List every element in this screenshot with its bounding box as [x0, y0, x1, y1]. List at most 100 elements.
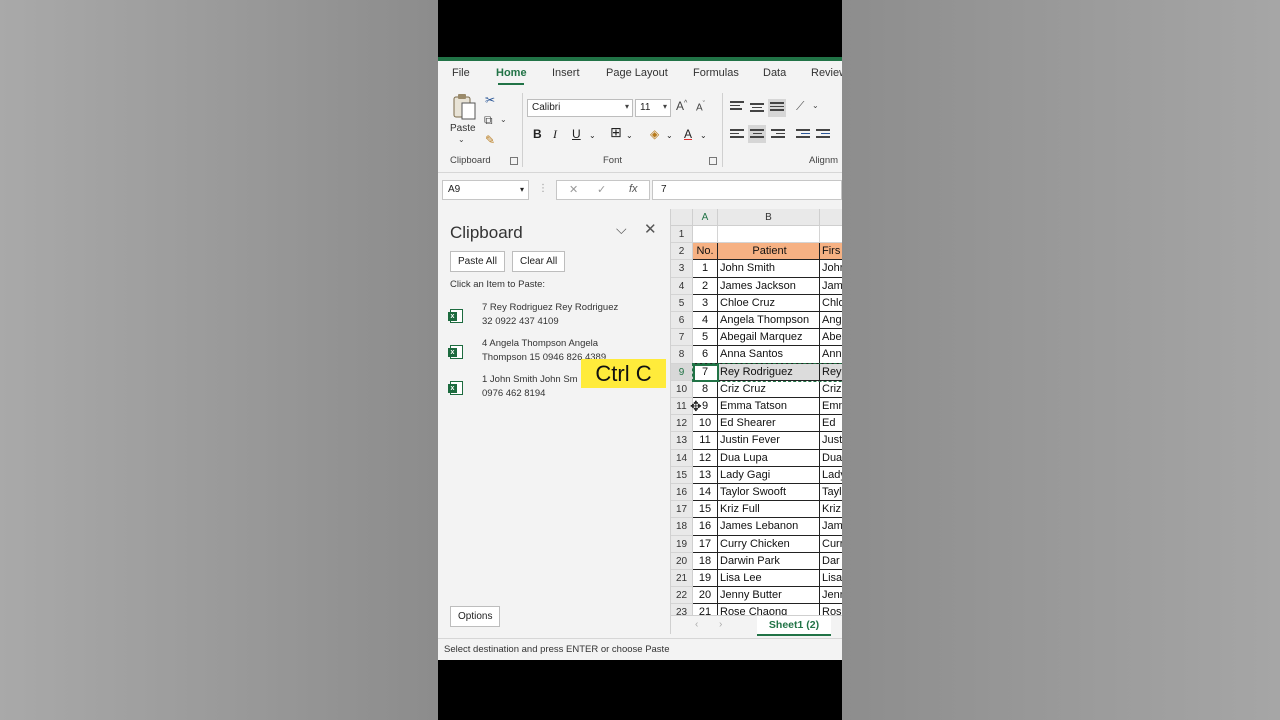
sheet-tab[interactable]: Sheet1 (2) — [757, 616, 831, 636]
table-cell-patient[interactable]: Kriz Full — [718, 501, 820, 519]
row-header[interactable]: 13 — [671, 432, 693, 450]
fill-dropdown-icon[interactable]: ⌄ — [666, 131, 673, 140]
table-cell-patient[interactable]: Curry Chicken — [718, 535, 820, 553]
table-cell-first[interactable]: Abe — [820, 329, 842, 347]
pane-options-chevron-icon[interactable]: ⌵ — [616, 221, 627, 238]
table-cell-first[interactable]: Ed — [820, 415, 842, 433]
align-middle-icon[interactable] — [750, 103, 764, 115]
table-cell-no[interactable]: 7 — [693, 363, 718, 381]
row-header[interactable]: 1 — [671, 226, 693, 244]
table-cell-first[interactable]: Jam — [820, 518, 842, 536]
table-cell-no[interactable]: 6 — [693, 346, 718, 364]
table-cell-patient[interactable]: Jenny Butter — [718, 587, 820, 605]
row-header[interactable]: 21 — [671, 570, 693, 588]
row-header[interactable]: 9 — [671, 363, 693, 381]
table-cell-no[interactable]: 14 — [693, 484, 718, 502]
name-box[interactable]: A9 ▾ — [442, 180, 529, 200]
clipboard-launcher-icon[interactable] — [510, 157, 518, 165]
table-cell-first[interactable]: Chlo — [820, 295, 842, 312]
table-cell-no[interactable]: 8 — [693, 380, 718, 398]
table-cell-patient[interactable]: Chloe Cruz — [718, 294, 820, 312]
column-header-c[interactable] — [820, 209, 842, 226]
font-color-dropdown-icon[interactable]: ⌄ — [700, 131, 707, 140]
increase-indent-icon[interactable] — [816, 129, 830, 141]
row-header[interactable]: 8 — [671, 346, 693, 364]
cell[interactable] — [718, 226, 820, 244]
table-cell-first[interactable]: Ros — [820, 604, 842, 615]
font-name-box[interactable]: Calibri ▾ — [527, 99, 633, 117]
copy-icon[interactable]: ⧉ — [484, 113, 493, 128]
table-cell-patient[interactable]: John Smith — [718, 260, 820, 278]
cell[interactable] — [693, 226, 718, 244]
table-cell-patient[interactable]: Ed Shearer — [718, 415, 820, 433]
orientation-icon[interactable]: ⟋ — [796, 99, 804, 114]
table-cell-patient[interactable]: Anna Santos — [718, 346, 820, 364]
table-cell-patient[interactable]: Rey Rodriguez — [718, 363, 820, 381]
table-cell-no[interactable]: 11 — [693, 432, 718, 450]
table-cell-no[interactable]: 3 — [693, 294, 718, 312]
row-header[interactable]: 4 — [671, 277, 693, 295]
table-cell-first[interactable]: Tayl — [820, 484, 842, 502]
row-header[interactable]: 2 — [671, 243, 693, 261]
row-header[interactable]: 7 — [671, 329, 693, 347]
table-cell-patient[interactable]: Criz Cruz — [718, 380, 820, 398]
column-header-a[interactable]: A — [693, 209, 718, 226]
table-cell-no[interactable]: 2 — [693, 277, 718, 295]
row-header[interactable]: 15 — [671, 466, 693, 484]
row-header[interactable]: 18 — [671, 518, 693, 536]
align-top-icon[interactable] — [730, 101, 744, 113]
table-cell-first[interactable]: Curr — [820, 536, 842, 553]
tab-page-layout[interactable]: Page Layout — [606, 67, 668, 79]
table-cell-patient[interactable]: Lady Gagi — [718, 466, 820, 484]
decrease-font-icon[interactable]: Aˇ — [696, 101, 705, 113]
tab-review[interactable]: Review — [811, 67, 842, 79]
table-cell-first[interactable]: Lady — [820, 467, 842, 484]
cell[interactable] — [820, 226, 842, 244]
row-header[interactable]: 23 — [671, 604, 693, 615]
table-cell-first[interactable]: Just — [820, 432, 842, 450]
table-header-cell[interactable]: Patient — [718, 243, 820, 261]
font-launcher-icon[interactable] — [709, 157, 717, 165]
table-cell-first[interactable]: Dua — [820, 450, 842, 467]
row-header[interactable]: 3 — [671, 260, 693, 278]
table-cell-no[interactable]: 5 — [693, 329, 718, 347]
table-cell-no[interactable]: 18 — [693, 552, 718, 570]
table-cell-no[interactable]: 4 — [693, 312, 718, 330]
tab-data[interactable]: Data — [763, 67, 786, 79]
table-cell-patient[interactable]: Abegail Marquez — [718, 329, 820, 347]
table-cell-no[interactable]: 15 — [693, 501, 718, 519]
cancel-icon[interactable]: ✕ — [569, 183, 578, 196]
clipboard-item[interactable]: x 7 Rey Rodriguez Rey Rodriguez 32 0922 … — [448, 301, 668, 335]
table-cell-no[interactable]: 19 — [693, 570, 718, 588]
align-left-icon[interactable] — [730, 129, 744, 141]
underline-dropdown-icon[interactable]: ⌄ — [589, 131, 596, 140]
align-right-icon[interactable] — [771, 129, 785, 141]
borders-icon[interactable]: ⊞ — [610, 124, 622, 141]
table-header-cell[interactable]: No. — [693, 243, 718, 261]
table-cell-first[interactable]: Jam — [820, 278, 842, 295]
table-cell-first[interactable]: Criz — [820, 381, 842, 398]
options-button[interactable]: Options — [450, 606, 501, 627]
align-bottom-icon[interactable] — [768, 99, 786, 117]
table-header-cell[interactable]: Firs — [820, 243, 842, 261]
formula-input[interactable]: 7 — [652, 180, 842, 200]
next-sheet-icon[interactable]: › — [719, 619, 722, 630]
table-cell-patient[interactable]: Darwin Park — [718, 552, 820, 570]
align-center-icon[interactable] — [748, 125, 766, 143]
row-header[interactable]: 6 — [671, 312, 693, 330]
format-painter-icon[interactable]: ✎ — [485, 133, 495, 147]
table-cell-patient[interactable]: Rose Chaong — [718, 604, 820, 615]
paste-all-button[interactable]: Paste All — [450, 251, 505, 272]
enter-icon[interactable]: ✓ — [597, 183, 606, 196]
tab-home[interactable]: Home — [496, 67, 527, 79]
table-cell-patient[interactable]: Taylor Swooft — [718, 484, 820, 502]
table-cell-first[interactable]: Dar — [820, 553, 842, 570]
table-cell-no[interactable]: 16 — [693, 518, 718, 536]
paste-dropdown-icon[interactable]: ⌄ — [458, 135, 465, 144]
tab-insert[interactable]: Insert — [552, 67, 580, 79]
font-color-icon[interactable]: A — [684, 127, 692, 141]
table-cell-first[interactable]: Emm — [820, 398, 842, 416]
table-cell-patient[interactable]: Angela Thompson — [718, 312, 820, 330]
cut-icon[interactable]: ✂ — [485, 93, 495, 107]
table-cell-first[interactable]: Ang — [820, 312, 842, 330]
